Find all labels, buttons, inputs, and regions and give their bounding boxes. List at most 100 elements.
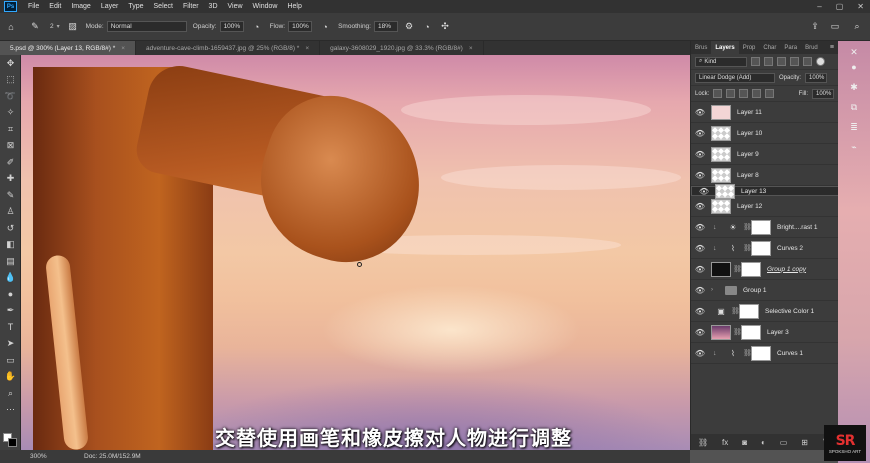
menu-file[interactable]: File (23, 3, 44, 10)
layer-row[interactable]: 👁 Layer 10 (691, 123, 839, 144)
crop-tool-icon[interactable]: ⌗ (0, 121, 21, 138)
layer-row[interactable]: 👁 ⛓ Layer 3 (691, 322, 839, 343)
menu-filter[interactable]: Filter (178, 3, 204, 10)
menu-window[interactable]: Window (248, 3, 283, 10)
layer-row[interactable]: 👁 ⛓ Group 1 copy (691, 259, 839, 280)
eye-icon[interactable]: 👁 (691, 129, 709, 138)
close-icon[interactable]: × (121, 45, 125, 52)
menu-image[interactable]: Image (66, 3, 95, 10)
gear-icon[interactable]: ⚙ (402, 20, 416, 34)
menu-layer[interactable]: Layer (96, 3, 124, 10)
add-mask-icon[interactable]: ◙ (742, 438, 747, 447)
brush-settings-icon[interactable]: ▨ (66, 20, 80, 34)
move-tool-icon[interactable]: ✥ (0, 55, 21, 72)
panel-menu-icon[interactable]: ≡ (830, 44, 834, 51)
eye-icon[interactable]: 👁 (691, 150, 709, 159)
lock-pixels-icon[interactable] (726, 89, 736, 98)
share-icon[interactable]: ⇪ (808, 20, 822, 34)
layer-row[interactable]: 👁 Layer 12 (691, 196, 839, 217)
document-canvas[interactable] (21, 55, 690, 450)
menu-view[interactable]: View (223, 3, 248, 10)
layer-row-selected[interactable]: 👁 Layer 13 (691, 183, 839, 199)
layer-row[interactable]: 👁 ↓ ⌇ ⛓ Curves 2 (691, 238, 839, 259)
workspace-icon[interactable]: ▭ (828, 20, 842, 34)
eye-icon[interactable]: 👁 (691, 286, 709, 295)
background-color-swatch[interactable] (8, 438, 17, 447)
quick-select-tool-icon[interactable]: ✧ (0, 105, 21, 122)
brush-size-picker[interactable]: 2 ▾ (42, 23, 60, 30)
eye-icon[interactable]: 👁 (695, 187, 713, 196)
layer-row[interactable]: 👁 Layer 9 (691, 144, 839, 165)
eye-icon[interactable]: 👁 (691, 171, 709, 180)
adjustments-panel-icon[interactable]: ⧉ (848, 101, 860, 113)
brush-icon[interactable]: ✎ (28, 20, 42, 34)
tab-properties[interactable]: Prop (739, 41, 760, 54)
eye-icon[interactable]: 👁 (691, 108, 709, 117)
menu-help[interactable]: Help (282, 3, 306, 10)
new-group-icon[interactable]: ▭ (780, 438, 788, 447)
eye-icon[interactable]: 👁 (691, 244, 709, 253)
tab-document-1[interactable]: 5.psd @ 300% (Layer 13, RGB/8#) * × (0, 41, 137, 55)
close-icon[interactable]: × (305, 45, 309, 52)
filter-shape-icon[interactable] (790, 57, 799, 66)
layer-row[interactable]: 👁 ↓ ☀ ⛓ Bright....rast 1 (691, 217, 839, 238)
eraser-tool-icon[interactable]: ◧ (0, 237, 21, 254)
healing-tool-icon[interactable]: ✚ (0, 171, 21, 188)
new-layer-icon[interactable]: ⊞ (801, 438, 808, 447)
hand-tool-icon[interactable]: ✋ (0, 369, 21, 386)
filter-pixel-icon[interactable] (751, 57, 760, 66)
layer-row[interactable]: 👁 ▣ ⛓ Selective Color 1 (691, 301, 839, 322)
dodge-tool-icon[interactable]: ● (0, 286, 21, 303)
color-panel-icon[interactable]: ● (848, 61, 860, 73)
eye-icon[interactable]: 👁 (691, 328, 709, 337)
zoom-level[interactable]: 300% (0, 453, 48, 460)
blur-tool-icon[interactable]: 💧 (0, 270, 21, 287)
eye-icon[interactable]: 👁 (691, 223, 709, 232)
fill-field[interactable]: 100% (812, 88, 834, 99)
frame-tool-icon[interactable]: ⊠ (0, 138, 21, 155)
fx-icon[interactable]: fx (722, 438, 728, 447)
gradient-tool-icon[interactable]: ▤ (0, 253, 21, 270)
tab-character[interactable]: Char (759, 41, 780, 54)
pen-tool-icon[interactable]: ✒ (0, 303, 21, 320)
tab-document-2[interactable]: adventure-cave-climb-1659437.jpg @ 25% (… (136, 41, 321, 55)
lock-all-icon[interactable] (765, 89, 775, 98)
opacity-field[interactable]: 100% (219, 21, 244, 32)
type-tool-icon[interactable]: T (0, 319, 21, 336)
lock-artboard-icon[interactable] (752, 89, 762, 98)
adjustment-layer-icon[interactable]: ◐ (761, 438, 766, 447)
path-select-tool-icon[interactable]: ➤ (0, 336, 21, 353)
lock-transparent-icon[interactable] (713, 89, 723, 98)
stamp-tool-icon[interactable]: ♙ (0, 204, 21, 221)
eye-icon[interactable]: 👁 (691, 202, 709, 211)
eye-icon[interactable]: 👁 (691, 349, 709, 358)
menu-3d[interactable]: 3D (204, 3, 223, 10)
flow-field[interactable]: 100% (288, 21, 313, 32)
eye-icon[interactable]: 👁 (691, 307, 709, 316)
marquee-tool-icon[interactable]: ⬚ (0, 72, 21, 89)
tab-brushes[interactable]: Brus (691, 41, 711, 54)
filter-kind-select[interactable]: ⌕ Kind (695, 56, 747, 67)
tab-layers[interactable]: Layers (711, 41, 739, 54)
airbrush-icon[interactable]: ◔ (318, 20, 332, 34)
menu-type[interactable]: Type (123, 3, 148, 10)
menu-select[interactable]: Select (149, 3, 178, 10)
layer-row[interactable]: 👁 ↓ ⌇ ⛓ Curves 1 (691, 343, 839, 364)
eye-icon[interactable]: 👁 (691, 265, 709, 274)
paths-panel-icon[interactable]: ⌁ (848, 141, 860, 153)
filter-smart-icon[interactable] (803, 57, 812, 66)
tab-brush-settings[interactable]: Brud (801, 41, 822, 54)
more-tools-icon[interactable]: ⋯ (0, 402, 21, 419)
pressure-size-icon[interactable]: ◔ (420, 20, 434, 34)
layer-opacity-field[interactable]: 100% (805, 72, 828, 83)
zoom-tool-icon[interactable]: ⌕ (0, 385, 21, 402)
menu-edit[interactable]: Edit (44, 3, 66, 10)
channels-panel-icon[interactable]: ≣ (848, 121, 860, 133)
history-brush-icon[interactable]: ↺ (0, 220, 21, 237)
tab-document-3[interactable]: galaxy-3608029_1920.jpg @ 33.3% (RGB/8#)… (320, 41, 484, 55)
properties-panel-icon[interactable]: ✱ (848, 81, 860, 93)
tab-paragraph[interactable]: Para (780, 41, 801, 54)
symmetry-icon[interactable]: ✣ (438, 20, 452, 34)
search-icon[interactable]: ⌕ (850, 20, 864, 34)
filter-adjustment-icon[interactable] (764, 57, 773, 66)
